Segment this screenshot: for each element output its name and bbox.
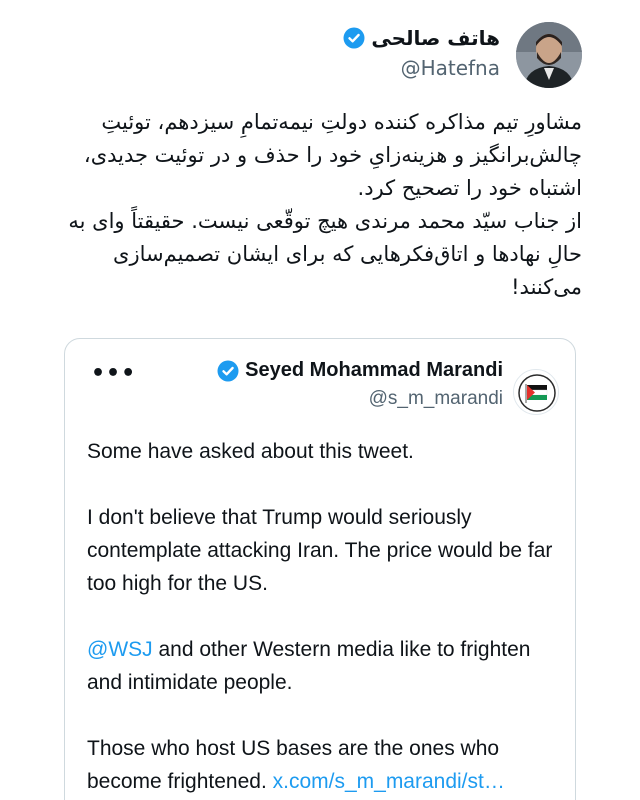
display-name[interactable]: هاتف صالحی xyxy=(371,26,500,50)
quoted-display-name[interactable]: Seyed Mohammad Marandi xyxy=(245,359,503,382)
tweet-screenshot: هاتف صالحی @Hatefna مشاورِ تیم مذاکره کن… xyxy=(0,0,640,800)
author-handle[interactable]: @Hatefna xyxy=(343,56,500,80)
quoted-tweet-text: Some have asked about this tweet. I don'… xyxy=(87,435,557,798)
tweet-url-link[interactable]: x.com/s_m_marandi/st… xyxy=(273,770,505,793)
quoted-paragraph: Those who host US bases are the ones who… xyxy=(87,732,557,798)
author-header: هاتف صالحی @Hatefna xyxy=(42,22,582,92)
tweet-paragraph: از جناب سیّد محمد مرندی هیچ توقّعی نیست.… xyxy=(68,209,582,299)
quoted-author-header: Seyed Mohammad Marandi @s_m_marandi xyxy=(217,359,559,415)
quoted-paragraph: I don't believe that Trump would serious… xyxy=(87,506,553,595)
mention-link[interactable]: @WSJ xyxy=(87,638,153,661)
tweet-paragraph: مشاورِ تیم مذاکره کننده دولتِ نیمه‌تمامِ… xyxy=(83,110,582,200)
quoted-handle[interactable]: @s_m_marandi xyxy=(217,388,503,410)
quoted-paragraph-text: and other Western media like to frighten… xyxy=(87,638,531,694)
more-options-icon[interactable]: ••• xyxy=(91,363,136,385)
quoted-avatar-flag-icon[interactable] xyxy=(513,369,559,415)
verified-badge-icon xyxy=(343,27,365,49)
tweet-text: مشاورِ تیم مذاکره کننده دولتِ نیمه‌تمامِ… xyxy=(62,106,582,304)
verified-badge-icon xyxy=(217,360,239,382)
quoted-paragraph: Some have asked about this tweet. xyxy=(87,440,414,463)
avatar[interactable] xyxy=(516,22,582,88)
quoted-tweet-card[interactable]: ••• Seyed Mohammad Marandi @s_m_marandi xyxy=(64,338,576,800)
quoted-paragraph: @WSJ and other Western media like to fri… xyxy=(87,633,557,699)
